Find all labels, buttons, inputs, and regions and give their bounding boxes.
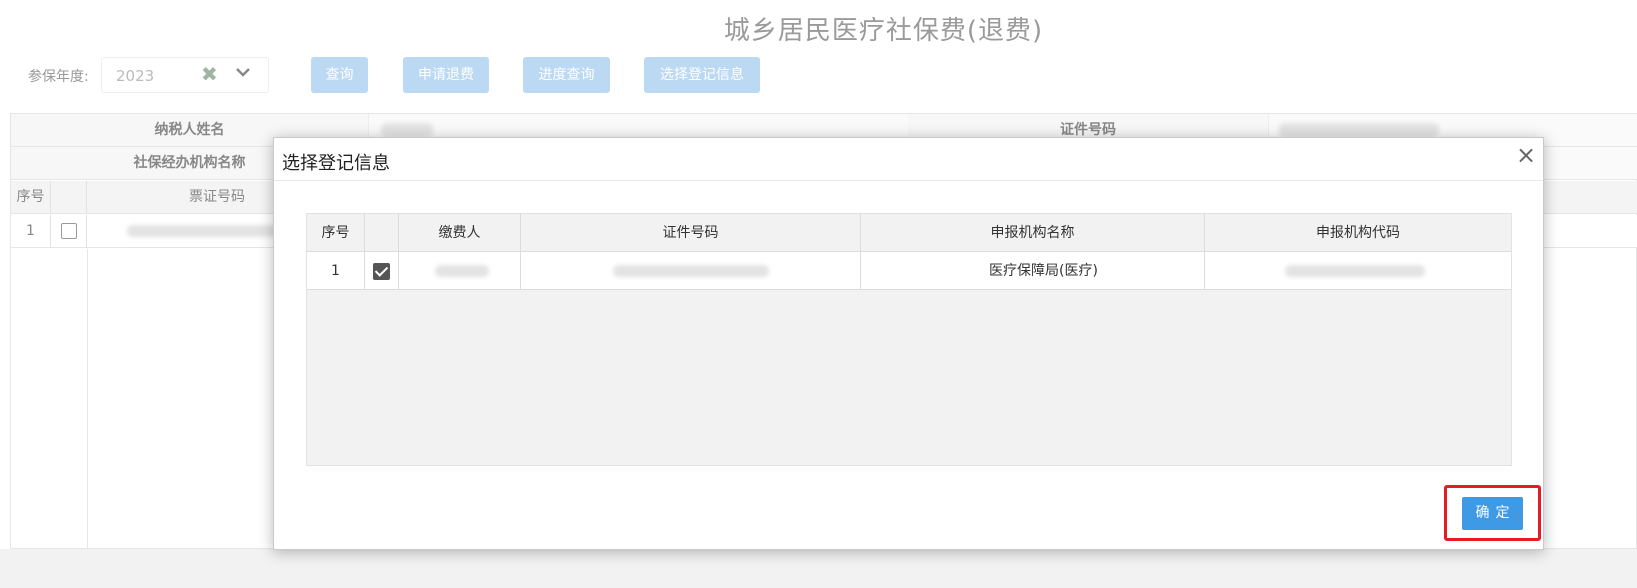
progress-query-button[interactable]: 进度查询 <box>523 57 610 93</box>
col-id-number: 证件号码 <box>521 214 861 252</box>
row-agency-code <box>1205 252 1511 290</box>
year-label: 参保年度: <box>28 69 89 85</box>
row-checkbox[interactable] <box>51 215 87 247</box>
row-index: 1 <box>307 252 365 290</box>
col-check <box>365 214 399 252</box>
apply-refund-button[interactable]: 申请退费 <box>403 57 489 93</box>
chevron-down-icon[interactable] <box>233 62 253 82</box>
year-select[interactable]: 2023 ✖ <box>101 57 269 93</box>
row-id-number <box>521 252 861 290</box>
clear-x-icon[interactable]: ✖ <box>201 62 218 86</box>
col-agency-name: 申报机构名称 <box>861 214 1205 252</box>
page-title: 城乡居民医疗社保费(退费) <box>723 16 1044 46</box>
row-agency-name: 医疗保障局(医疗) <box>861 252 1205 290</box>
row-checkbox[interactable] <box>365 252 399 290</box>
col-check <box>51 181 87 213</box>
select-registration-button[interactable]: 选择登记信息 <box>644 57 760 93</box>
row-index: 1 <box>11 215 51 247</box>
confirm-button[interactable]: 确定 <box>1462 497 1523 530</box>
filter-row: 参保年度: 2023 ✖ 查询 申请退费 进度查询 选择登记信息 <box>0 56 1637 96</box>
row-payer <box>399 252 521 290</box>
col-payer: 缴费人 <box>399 214 521 252</box>
dialog-header: 选择登记信息 × <box>274 138 1543 181</box>
col-index: 序号 <box>307 214 365 252</box>
query-button[interactable]: 查询 <box>311 57 368 93</box>
dialog-title: 选择登记信息 <box>282 153 390 174</box>
checkbox-checked-icon[interactable] <box>373 262 390 280</box>
close-icon[interactable]: × <box>1515 143 1537 167</box>
registration-grid: 序号 缴费人 证件号码 申报机构名称 申报机构代码 1 医疗保障局(医疗) <box>306 213 1512 466</box>
select-registration-dialog: 选择登记信息 × 序号 缴费人 证件号码 申报机构名称 申报机构代码 1 医疗保… <box>273 137 1544 550</box>
year-value: 2023 <box>116 67 155 85</box>
column-divider <box>87 249 88 549</box>
table-row[interactable]: 1 医疗保障局(医疗) <box>307 252 1511 290</box>
page-footer-area <box>0 549 1637 588</box>
grid-header: 序号 缴费人 证件号码 申报机构名称 申报机构代码 <box>307 214 1511 252</box>
col-agency-code: 申报机构代码 <box>1316 225 1400 241</box>
col-index: 序号 <box>11 181 51 213</box>
